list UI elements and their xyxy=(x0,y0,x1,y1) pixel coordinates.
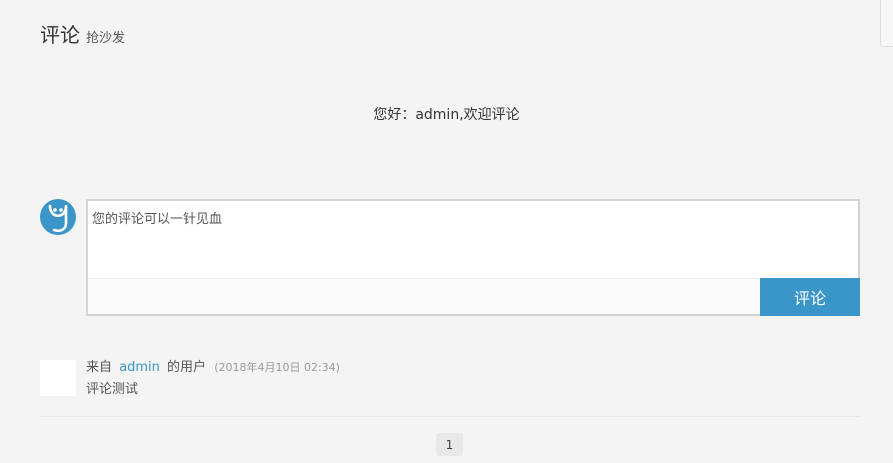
comment-input[interactable] xyxy=(88,201,858,278)
comment-form-footer: 评论 xyxy=(88,278,860,316)
comment-author-link[interactable]: admin xyxy=(119,360,160,375)
section-title: 评论 xyxy=(40,23,80,47)
pagination-page-current[interactable]: 1 xyxy=(436,433,463,456)
comment-source-prefix: 来自 xyxy=(86,360,113,375)
comment-source-suffix: 的用户 xyxy=(167,360,207,375)
section-subtitle: 抢沙发 xyxy=(86,31,126,46)
user-logo-icon xyxy=(41,200,75,234)
side-panel-edge xyxy=(880,0,893,47)
submit-comment-button[interactable]: 评论 xyxy=(760,278,860,316)
user-avatar xyxy=(40,199,76,235)
comments-header: 评论 抢沙发 xyxy=(40,19,125,48)
comment-text: 评论测试 xyxy=(86,382,139,397)
comment-meta: 来自 admin 的用户 (2018年4月10日 02:34) xyxy=(86,359,340,377)
comment-date: (2018年4月10日 02:34) xyxy=(214,361,340,374)
comment-list-item: 来自 admin 的用户 (2018年4月10日 02:34) 评论测试 xyxy=(40,360,860,417)
welcome-message: 您好：admin,欢迎评论 xyxy=(373,107,520,123)
commenter-avatar xyxy=(40,360,76,396)
comment-form: 评论 xyxy=(86,199,860,316)
